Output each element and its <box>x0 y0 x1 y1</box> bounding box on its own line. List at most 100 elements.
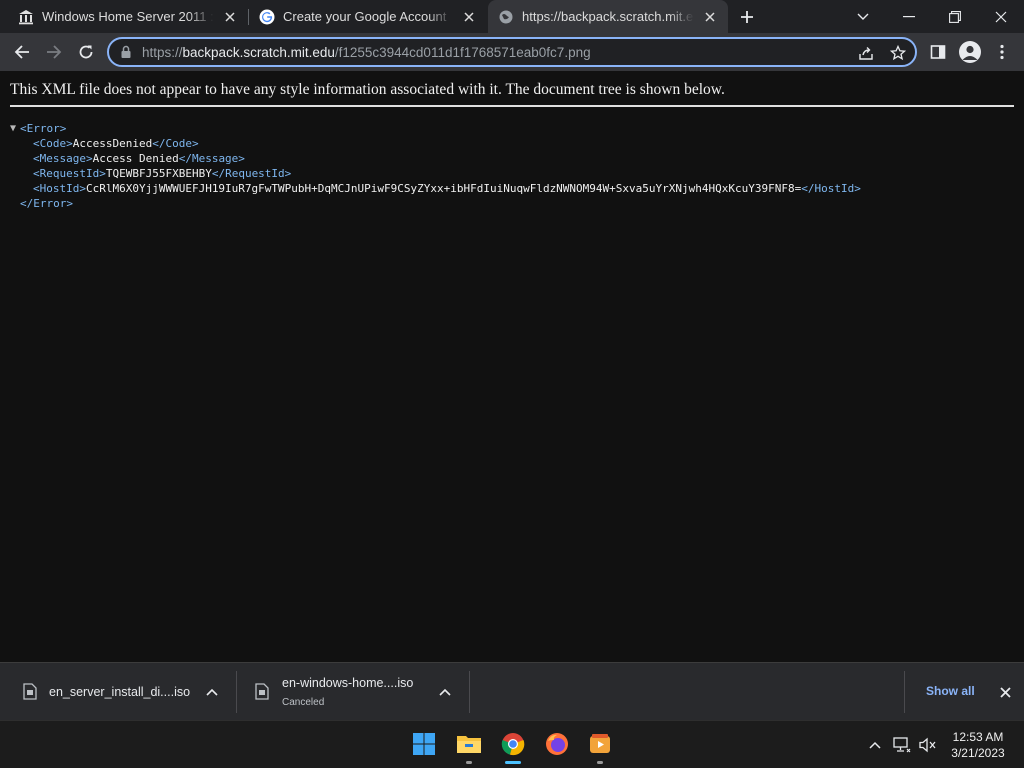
windows-taskbar: 12:53 AM 3/21/2023 <box>0 720 1024 768</box>
avatar-icon <box>959 41 981 63</box>
reload-button[interactable] <box>72 38 100 66</box>
new-tab-button[interactable] <box>725 0 769 33</box>
firefox-icon <box>546 733 568 755</box>
chevron-up-icon[interactable] <box>204 684 220 700</box>
download-filename: en-windows-home....iso <box>282 676 414 690</box>
xml-host-id-line: <HostId>CcRlM6X0YjjWWWUEFJH19IuR7gFwTWPu… <box>33 182 861 195</box>
arrow-left-icon <box>14 45 29 59</box>
taskbar-firefox[interactable] <box>542 729 572 759</box>
url-text[interactable]: https://backpack.scratch.mit.edu/f1255c3… <box>142 44 591 61</box>
profile-button[interactable] <box>958 40 982 64</box>
file-icon <box>23 683 37 700</box>
download-separator <box>469 671 470 713</box>
tab-title: Windows Home Server 2011 : Mi <box>42 9 214 24</box>
media-player-icon <box>590 734 610 753</box>
star-icon <box>890 45 906 61</box>
download-item[interactable]: en-windows-home....iso Canceled <box>237 663 469 721</box>
address-bar[interactable]: https://backpack.scratch.mit.edu/f1255c3… <box>107 37 917 67</box>
archive-pillar-icon <box>18 9 34 25</box>
xml-close-root: </Error> <box>20 197 73 210</box>
xml-code-value: AccessDenied <box>72 137 153 150</box>
clock-time: 12:53 AM <box>952 730 1004 744</box>
xml-request-id-value: TQEWBFJ55FXBEHBY <box>105 167 212 180</box>
tray-overflow-button[interactable] <box>865 735 885 755</box>
xml-message-value: Access Denied <box>92 152 179 165</box>
chevron-down-icon <box>857 13 869 20</box>
taskbar-file-explorer[interactable] <box>454 729 484 759</box>
share-button[interactable] <box>855 42 877 64</box>
globe-icon <box>498 9 514 25</box>
network-icon <box>893 737 911 753</box>
forward-button[interactable] <box>40 38 68 66</box>
download-filename: en_server_install_di....iso <box>49 685 191 699</box>
running-indicator <box>466 761 472 764</box>
start-button[interactable] <box>409 729 439 759</box>
google-g-icon <box>259 9 275 25</box>
url-path: /f1255c3944cd011d1f1768571eab0fc7.png <box>334 45 591 60</box>
xml-root-name: Error <box>26 122 60 135</box>
tab-strip: Windows Home Server 2011 : Mi Create you… <box>0 0 1024 33</box>
bookmark-button[interactable] <box>887 42 909 64</box>
shelf-separator <box>904 671 905 713</box>
taskbar-clock[interactable]: 12:53 AM 3/21/2023 <box>946 729 1010 761</box>
lock-icon[interactable] <box>119 45 133 59</box>
xml-root-name-close: Error <box>33 197 67 210</box>
close-tab-icon[interactable] <box>461 9 477 25</box>
folder-icon <box>457 736 481 753</box>
show-all-link[interactable]: Show all <box>926 684 975 698</box>
windows-logo-icon <box>413 733 435 755</box>
url-scheme: https:// <box>142 45 183 60</box>
active-indicator <box>505 761 521 764</box>
xml-request-id-line: <RequestId>TQEWBFJ55FXBEHBY</RequestId> <box>33 167 292 180</box>
taskbar-chrome[interactable] <box>498 729 528 759</box>
tab-search-button[interactable] <box>840 0 886 33</box>
volume-button[interactable] <box>918 735 938 755</box>
tab-title: Create your Google Account <box>283 9 447 24</box>
kebab-menu-icon <box>1000 44 1004 60</box>
tab-windows-home-server[interactable]: Windows Home Server 2011 : Mi <box>8 0 248 33</box>
url-host: backpack.scratch.mit.edu <box>182 45 335 60</box>
close-tab-icon[interactable] <box>702 9 718 25</box>
chevron-up-icon <box>869 741 881 749</box>
volume-muted-icon <box>919 737 936 753</box>
running-indicator <box>597 761 603 764</box>
restore-icon <box>949 10 961 23</box>
menu-button[interactable] <box>990 40 1014 64</box>
minimize-icon <box>903 15 915 17</box>
close-tab-icon[interactable] <box>222 9 238 25</box>
plus-icon <box>741 10 753 23</box>
xml-host-id-value: CcRlM6X0YjjWWWUEFJH19IuR7gFwTWPubH+DqMCJ… <box>85 182 802 195</box>
arrow-right-icon <box>47 45 62 59</box>
side-panel-icon <box>930 45 946 59</box>
close-icon <box>999 686 1011 698</box>
xml-message-line: <Message>Access Denied</Message> <box>33 152 245 165</box>
download-status: Canceled <box>282 697 325 708</box>
file-icon <box>255 683 269 700</box>
tab-google-account[interactable]: Create your Google Account <box>249 0 487 33</box>
xml-style-notice: This XML file does not appear to have an… <box>10 81 1014 107</box>
restore-button[interactable] <box>932 0 978 33</box>
reload-icon <box>79 45 93 59</box>
back-button[interactable] <box>8 38 36 66</box>
minimize-button[interactable] <box>886 0 932 33</box>
xml-tree: ▼ <Error> <Code>AccessDenied</Code> <Mes… <box>10 121 861 211</box>
tab-scratch-backpack[interactable]: https://backpack.scratch.mit.edu/ <box>488 0 728 33</box>
download-item[interactable]: en_server_install_di....iso <box>0 663 236 721</box>
collapse-triangle-icon[interactable]: ▼ <box>10 121 16 136</box>
download-shelf: en_server_install_di....iso en-windows-h… <box>0 662 1024 720</box>
chevron-up-icon[interactable] <box>437 684 453 700</box>
network-button[interactable] <box>892 735 912 755</box>
xml-code-line: <Code>AccessDenied</Code> <box>33 137 199 150</box>
chrome-icon <box>501 733 525 756</box>
close-window-button[interactable] <box>978 0 1024 33</box>
tab-title: https://backpack.scratch.mit.edu/ <box>522 9 694 24</box>
xml-open-root: ▼ <Error> <box>10 121 67 136</box>
share-icon <box>859 47 873 60</box>
close-shelf-button[interactable] <box>997 684 1013 700</box>
browser-toolbar: https://backpack.scratch.mit.edu/f1255c3… <box>0 33 1024 71</box>
clock-date: 3/21/2023 <box>951 746 1005 760</box>
taskbar-media-player[interactable] <box>585 729 615 759</box>
close-icon <box>995 11 1007 22</box>
page-content: This XML file does not appear to have an… <box>0 71 1024 662</box>
side-panel-button[interactable] <box>926 40 950 64</box>
